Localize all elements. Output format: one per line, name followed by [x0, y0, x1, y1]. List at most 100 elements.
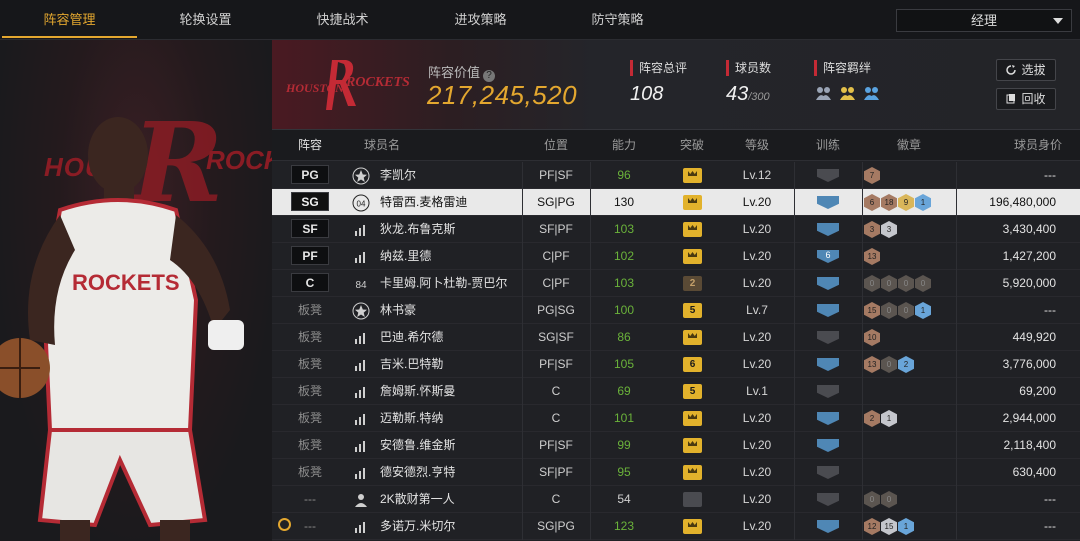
lineup-slot[interactable]: C: [272, 270, 348, 297]
alarm-clock-icon[interactable]: [278, 518, 291, 531]
player-name[interactable]: 德安德烈.亨特: [380, 459, 530, 486]
table-row[interactable]: 板凳 林书豪 PG|SG 100 5 Lv.7 15 0 0 1 ---: [272, 297, 1080, 324]
table-row[interactable]: PF 纳兹.里德 C|PF 102 Lv.20 6 13 1,427,200: [272, 243, 1080, 270]
badge-hex-icon[interactable]: 12: [864, 518, 880, 535]
badge-hex-icon[interactable]: 1: [881, 410, 897, 427]
training-icon[interactable]: [817, 412, 839, 425]
table-row[interactable]: 板凳 德安德烈.亨特 SF|PF 95 Lv.20 630,400: [272, 459, 1080, 486]
player-name[interactable]: 詹姆斯.怀斯曼: [380, 378, 530, 405]
badge-hex-icon[interactable]: 0: [864, 491, 880, 508]
lineup-slot[interactable]: 板凳: [272, 378, 348, 405]
player-name[interactable]: 巴迪.希尔德: [380, 324, 530, 351]
player-name[interactable]: 狄龙.布鲁克斯: [380, 216, 530, 243]
badge-hex-icon[interactable]: 0: [881, 275, 897, 292]
training-icon[interactable]: [817, 466, 839, 479]
badge-hex-icon[interactable]: 7: [864, 167, 880, 184]
lineup-slot[interactable]: 板凳: [272, 297, 348, 324]
col-training[interactable]: 训练: [794, 130, 862, 161]
bond-blue-icon[interactable]: [862, 84, 881, 103]
training-icon[interactable]: [817, 385, 839, 398]
tab-quick-tactics[interactable]: 快捷战术: [275, 0, 410, 40]
col-worth[interactable]: 球员身价: [962, 130, 1062, 161]
player-name[interactable]: 特雷西.麦格雷迪: [380, 189, 530, 216]
training-icon[interactable]: [817, 331, 839, 344]
badge-hex-icon[interactable]: 13: [864, 356, 880, 373]
col-breakthrough[interactable]: 突破: [660, 130, 724, 161]
recycle-button[interactable]: 回收: [996, 88, 1056, 110]
lineup-slot[interactable]: PF: [272, 243, 348, 270]
badge-hex-icon[interactable]: 13: [864, 248, 880, 265]
table-row[interactable]: 板凳 迈勒斯.特纳 C 101 Lv.20 2 1 2,944,000: [272, 405, 1080, 432]
player-name[interactable]: 迈勒斯.特纳: [380, 405, 530, 432]
table-row[interactable]: 板凳 吉米.巴特勒 PF|SF 105 6 Lv.20 13 0 2 3,776,000: [272, 351, 1080, 378]
table-row[interactable]: 板凳 安德鲁.维金斯 PF|SF 99 Lv.20 2,118,400: [272, 432, 1080, 459]
lineup-slot[interactable]: SG: [272, 189, 348, 216]
training-icon[interactable]: [817, 439, 839, 452]
training-icon[interactable]: [817, 223, 839, 236]
player-name[interactable]: 林书豪: [380, 297, 530, 324]
badge-hex-icon[interactable]: 0: [898, 302, 914, 319]
lineup-slot[interactable]: 板凳: [272, 405, 348, 432]
lineup-slot[interactable]: 板凳: [272, 351, 348, 378]
lineup-slot[interactable]: PG: [272, 162, 348, 189]
col-lineup[interactable]: 阵容: [272, 130, 348, 161]
lineup-slot[interactable]: SF: [272, 216, 348, 243]
lineup-slot[interactable]: 板凳: [272, 324, 348, 351]
training-icon[interactable]: 6: [817, 250, 839, 263]
tab-rotation[interactable]: 轮换设置: [138, 0, 273, 40]
badge-hex-icon[interactable]: 6: [864, 194, 880, 211]
badge-hex-icon[interactable]: 0: [864, 275, 880, 292]
bond-gold-icon[interactable]: [838, 84, 857, 103]
tab-offense[interactable]: 进攻策略: [413, 0, 548, 40]
training-icon[interactable]: [817, 520, 839, 533]
table-row[interactable]: --- 多诺万.米切尔 SG|PG 123 Lv.20 12 15 1 ---: [272, 513, 1080, 540]
player-name[interactable]: 卡里姆.阿卜杜勒-贾巴尔: [380, 270, 530, 297]
lineup-slot[interactable]: ---: [272, 486, 348, 513]
badge-hex-icon[interactable]: 0: [898, 275, 914, 292]
table-row[interactable]: C 84 卡里姆.阿卜杜勒-贾巴尔 C|PF 103 2 Lv.20 0 0 0 0 5,920,00…: [272, 270, 1080, 297]
badge-hex-icon[interactable]: 1: [915, 302, 931, 319]
col-ability[interactable]: 能力: [594, 130, 654, 161]
col-name[interactable]: 球员名: [352, 130, 412, 161]
training-icon[interactable]: [817, 277, 839, 290]
training-icon[interactable]: [817, 493, 839, 506]
role-select[interactable]: 经理: [896, 9, 1072, 32]
lineup-slot[interactable]: 板凳: [272, 459, 348, 486]
player-name[interactable]: 2K散财第一人: [380, 486, 530, 513]
table-row[interactable]: SF 狄龙.布鲁克斯 SF|PF 103 Lv.20 3 3 3,430,400: [272, 216, 1080, 243]
lineup-slot[interactable]: 板凳: [272, 432, 348, 459]
player-name[interactable]: 多诺万.米切尔: [380, 513, 530, 540]
table-row[interactable]: 板凳 巴迪.希尔德 SG|SF 86 Lv.20 10 449,920: [272, 324, 1080, 351]
badge-hex-icon[interactable]: 2: [898, 356, 914, 373]
badge-hex-icon[interactable]: 10: [864, 329, 880, 346]
player-name[interactable]: 纳兹.里德: [380, 243, 530, 270]
training-icon[interactable]: [817, 196, 839, 209]
badge-hex-icon[interactable]: 15: [864, 302, 880, 319]
badge-hex-icon[interactable]: 18: [881, 194, 897, 211]
badge-hex-icon[interactable]: 0: [881, 302, 897, 319]
training-icon[interactable]: [817, 358, 839, 371]
col-badges[interactable]: 徽章: [862, 130, 956, 161]
badge-hex-icon[interactable]: 0: [915, 275, 931, 292]
player-name[interactable]: 吉米.巴特勒: [380, 351, 530, 378]
table-row[interactable]: PG 李凯尔 PF|SF 96 Lv.12 7 ---: [272, 162, 1080, 189]
badge-hex-icon[interactable]: 1: [915, 194, 931, 211]
training-icon[interactable]: [817, 169, 839, 182]
col-level[interactable]: 等级: [724, 130, 790, 161]
player-name[interactable]: 安德鲁.维金斯: [380, 432, 530, 459]
bond-silver-icon[interactable]: [814, 84, 833, 103]
badge-hex-icon[interactable]: 2: [864, 410, 880, 427]
table-row[interactable]: SG 04 特雷西.麦格雷迪 SG|PG 130 Lv.20 6 18 9 1 196,480,00…: [272, 189, 1080, 216]
tab-lineup[interactable]: 阵容管理: [2, 0, 137, 40]
table-row[interactable]: 板凳 詹姆斯.怀斯曼 C 69 5 Lv.1 69,200: [272, 378, 1080, 405]
col-position[interactable]: 位置: [522, 130, 590, 161]
scout-button[interactable]: 选拔: [996, 59, 1056, 81]
training-icon[interactable]: [817, 304, 839, 317]
player-name[interactable]: 李凯尔: [380, 162, 530, 189]
badge-hex-icon[interactable]: 9: [898, 194, 914, 211]
badge-hex-icon[interactable]: 15: [881, 518, 897, 535]
badge-hex-icon[interactable]: 1: [898, 518, 914, 535]
table-row[interactable]: --- 2K散财第一人 C 54 Lv.20 0 0 ---: [272, 486, 1080, 513]
badge-hex-icon[interactable]: 0: [881, 491, 897, 508]
badge-hex-icon[interactable]: 3: [881, 221, 897, 238]
